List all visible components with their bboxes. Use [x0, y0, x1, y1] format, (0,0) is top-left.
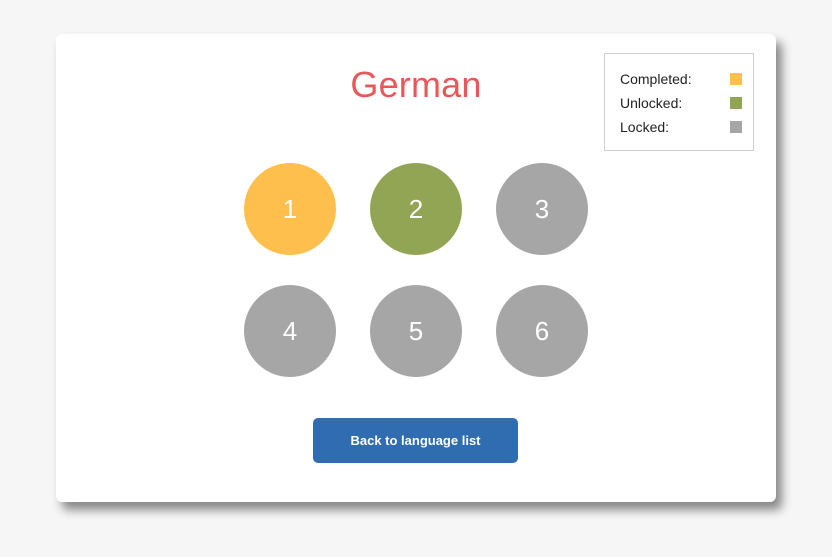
level-1-button[interactable]: 1: [244, 163, 336, 255]
legend-label: Completed:: [620, 71, 692, 87]
level-2-button[interactable]: 2: [370, 163, 462, 255]
level-3-button[interactable]: 3: [496, 163, 588, 255]
completed-swatch: [730, 73, 742, 85]
status-legend: Completed: Unlocked: Locked:: [604, 53, 754, 151]
level-5-button[interactable]: 5: [370, 285, 462, 377]
legend-label: Unlocked:: [620, 95, 683, 111]
level-4-button[interactable]: 4: [244, 285, 336, 377]
level-6-button[interactable]: 6: [496, 285, 588, 377]
legend-item-completed: Completed:: [620, 70, 742, 88]
legend-label: Locked:: [620, 119, 670, 135]
unlocked-swatch: [730, 97, 742, 109]
legend-item-locked: Locked:: [620, 118, 742, 136]
level-select-card: German Completed: Unlocked: Locked: 1 2 …: [56, 34, 776, 502]
level-grid: 1 2 3 4 5 6: [244, 163, 588, 377]
legend-item-unlocked: Unlocked:: [620, 94, 742, 112]
locked-swatch: [730, 121, 742, 133]
back-to-language-list-button[interactable]: Back to language list: [313, 418, 518, 463]
